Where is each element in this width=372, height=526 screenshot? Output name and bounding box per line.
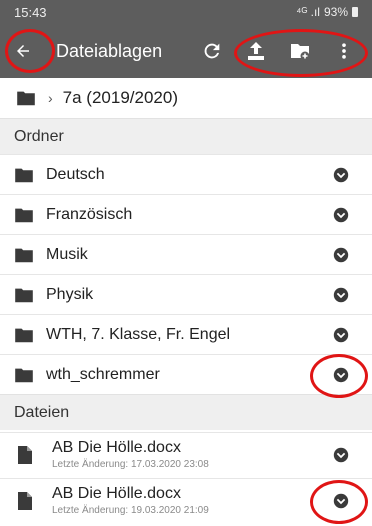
upload-icon bbox=[248, 42, 264, 60]
signal-icon: ⁴ᴳ .ıl bbox=[296, 5, 320, 19]
folder-icon bbox=[15, 168, 33, 182]
expand-options-button[interactable] bbox=[330, 364, 352, 386]
expand-options-button[interactable] bbox=[330, 490, 352, 512]
new-folder-button[interactable] bbox=[280, 31, 320, 71]
new-folder-icon bbox=[291, 44, 310, 61]
app-title: Dateiablagen bbox=[56, 40, 163, 61]
file-modified: Letzte Änderung: 19.03.2020 21:09 bbox=[52, 504, 209, 516]
battery-level: 93% bbox=[323, 5, 348, 19]
expand-options-button[interactable] bbox=[330, 244, 352, 266]
status-time: 15:43 bbox=[14, 4, 47, 20]
chevron-down-circle-icon bbox=[333, 247, 349, 262]
back-button[interactable] bbox=[0, 24, 46, 78]
file-row[interactable]: AB Die Hölle.docx Letzte Änderung: 17.03… bbox=[0, 432, 372, 476]
folder-label: Physik bbox=[46, 285, 94, 303]
chevron-down-circle-icon bbox=[333, 493, 349, 508]
file-text: AB Die Hölle.docx Letzte Änderung: 17.03… bbox=[52, 439, 330, 471]
file-modified: Letzte Änderung: 17.03.2020 23:08 bbox=[52, 458, 209, 470]
file-icon bbox=[18, 445, 32, 464]
folder-icon bbox=[15, 208, 33, 222]
overflow-menu-button[interactable] bbox=[324, 31, 364, 71]
expand-options-button[interactable] bbox=[330, 164, 352, 186]
folder-row[interactable]: Deutsch bbox=[0, 154, 372, 194]
folder-label: wth_schremmer bbox=[46, 365, 160, 383]
battery-icon bbox=[352, 7, 358, 17]
folder-icon[interactable] bbox=[16, 90, 36, 106]
file-row[interactable]: AB Die Hölle.docx Letzte Änderung: 19.03… bbox=[0, 478, 372, 522]
folder-row[interactable]: WTH, 7. Klasse, Fr. Engel bbox=[0, 314, 372, 354]
folder-row[interactable]: Französisch bbox=[0, 194, 372, 234]
folder-row[interactable]: wth_schremmer bbox=[0, 354, 372, 394]
file-name: AB Die Hölle.docx bbox=[52, 484, 181, 502]
chevron-down-circle-icon bbox=[333, 167, 349, 182]
upload-button[interactable] bbox=[236, 31, 276, 71]
expand-options-button[interactable] bbox=[330, 284, 352, 306]
refresh-icon bbox=[204, 43, 220, 59]
breadcrumb: › 7a (2019/2020) bbox=[0, 78, 372, 118]
folder-label: Musik bbox=[46, 245, 88, 263]
status-bar: 15:43 ⁴ᴳ .ıl 93% bbox=[0, 0, 372, 24]
folder-icon bbox=[15, 368, 33, 382]
expand-options-button[interactable] bbox=[330, 324, 352, 346]
refresh-button[interactable] bbox=[192, 31, 232, 71]
chevron-down-circle-icon bbox=[333, 327, 349, 342]
section-header-folders: Ordner bbox=[0, 118, 372, 154]
file-text: AB Die Hölle.docx Letzte Änderung: 19.03… bbox=[52, 485, 330, 517]
chevron-down-circle-icon bbox=[333, 207, 349, 222]
breadcrumb-current: 7a (2019/2020) bbox=[62, 88, 178, 107]
folder-icon bbox=[15, 288, 33, 302]
status-indicators: ⁴ᴳ .ıl 93% bbox=[296, 5, 358, 19]
folder-row[interactable]: Physik bbox=[0, 274, 372, 314]
chevron-down-circle-icon bbox=[333, 367, 349, 382]
folder-label: Deutsch bbox=[46, 165, 105, 183]
app-bar: Dateiablagen bbox=[0, 24, 372, 78]
expand-options-button[interactable] bbox=[330, 204, 352, 226]
chevron-down-circle-icon bbox=[333, 287, 349, 302]
chevron-right-icon: › bbox=[48, 90, 53, 106]
file-icon bbox=[18, 491, 32, 510]
section-header-files: Dateien bbox=[0, 394, 372, 430]
folder-label: WTH, 7. Klasse, Fr. Engel bbox=[46, 325, 231, 343]
more-vert-icon bbox=[342, 43, 346, 59]
folder-icon bbox=[15, 328, 33, 342]
chevron-down-circle-icon bbox=[333, 447, 349, 462]
folder-label: Französisch bbox=[46, 205, 133, 223]
section-title: Ordner bbox=[14, 127, 64, 145]
folder-icon bbox=[15, 248, 33, 262]
expand-options-button[interactable] bbox=[330, 444, 352, 466]
section-title: Dateien bbox=[14, 403, 70, 421]
file-name: AB Die Hölle.docx bbox=[52, 438, 181, 456]
folder-row[interactable]: Musik bbox=[0, 234, 372, 274]
arrow-left-icon bbox=[17, 45, 29, 57]
app-actions bbox=[192, 31, 364, 71]
